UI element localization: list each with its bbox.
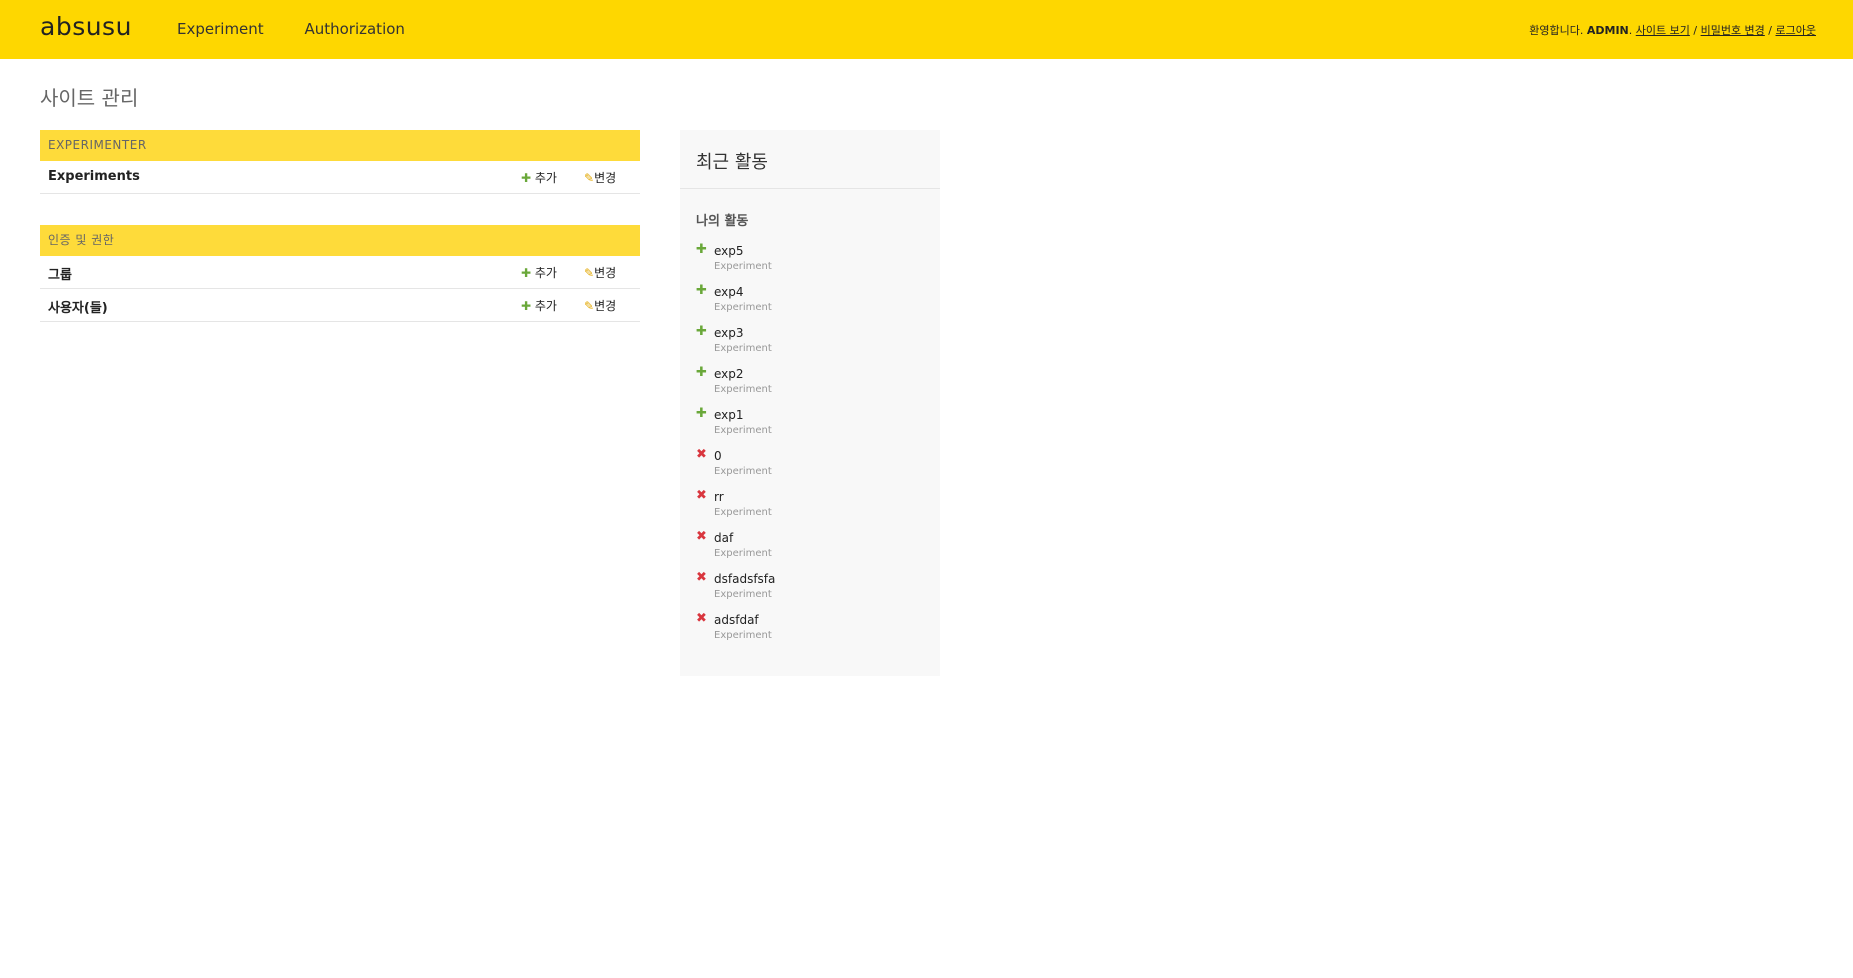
pencil-icon: ✎ [584,171,595,185]
pencil-icon: ✎ [584,299,595,313]
module-caption[interactable]: EXPERIMENTER [40,130,640,161]
delete-icon: ✖ [696,570,707,585]
change-label: 변경 [594,299,617,313]
my-actions-title: 나의 활동 [696,214,749,229]
change-label: 변경 [594,171,617,185]
logout-link[interactable]: 로그아웃 [1776,24,1816,37]
model-link-groups[interactable]: 그룹 [48,264,72,283]
change-link[interactable]: ✎변경 [584,297,616,314]
action-link[interactable]: rr [714,490,724,504]
change-link[interactable]: ✎변경 [584,264,616,281]
action-type: Experiment [714,589,772,600]
list-item: ✖ adsfdaf Experiment [696,611,936,652]
action-type: Experiment [714,630,772,641]
view-site-link[interactable]: 사이트 보기 [1636,24,1690,37]
plus-icon: ✚ [521,171,532,185]
welcome-text: 환영합니다. [1529,24,1584,37]
module-experimenter: EXPERIMENTER Experiments ✚ 추가 ✎변경 [40,130,640,194]
action-link[interactable]: dsfadsfsfa [714,572,775,586]
list-item: ✖ 0 Experiment [696,447,936,488]
delete-icon: ✖ [696,447,707,462]
action-link[interactable]: exp3 [714,326,744,340]
action-type: Experiment [714,507,772,518]
action-link[interactable]: exp4 [714,285,744,299]
page-title: 사이트 관리 [40,86,139,110]
actions-list: ✚ exp5 Experiment ✚ exp4 Experiment ✚ ex… [696,242,936,652]
action-link[interactable]: 0 [714,449,722,463]
plus-icon: ✚ [696,242,707,257]
nav-authorization[interactable]: Authorization [304,20,404,38]
recent-actions-title: 최근 활동 [696,152,768,173]
plus-icon: ✚ [521,299,532,313]
delete-icon: ✖ [696,529,707,544]
module-row: 사용자(들) ✚ 추가 ✎변경 [40,289,640,322]
module-auth: 인증 및 권한 그룹 ✚ 추가 ✎변경 사용자(들) ✚ 추가 ✎변경 [40,225,640,322]
action-type: Experiment [714,302,772,313]
main-nav: Experiment Authorization [177,20,441,38]
action-link[interactable]: exp2 [714,367,744,381]
change-label: 변경 [594,266,617,280]
module-row: Experiments ✚ 추가 ✎변경 [40,161,640,194]
action-link[interactable]: exp5 [714,244,744,258]
divider [680,188,940,189]
plus-icon: ✚ [696,406,707,421]
action-link[interactable]: daf [714,531,733,545]
list-item: ✚ exp5 Experiment [696,242,936,283]
plus-icon: ✚ [696,283,707,298]
change-link[interactable]: ✎변경 [584,169,616,186]
list-item: ✖ daf Experiment [696,529,936,570]
change-password-link[interactable]: 비밀번호 변경 [1701,24,1765,37]
add-link[interactable]: ✚ 추가 [521,297,557,314]
list-item: ✚ exp2 Experiment [696,365,936,406]
model-link-experiments[interactable]: Experiments [48,169,140,184]
plus-icon: ✚ [696,365,707,380]
list-item: ✖ dsfadsfsfa Experiment [696,570,936,611]
action-link[interactable]: exp1 [714,408,744,422]
nav-experiment[interactable]: Experiment [177,20,264,38]
add-label: 추가 [534,266,557,280]
list-item: ✚ exp1 Experiment [696,406,936,447]
list-item: ✚ exp4 Experiment [696,283,936,324]
separator: / [1768,24,1773,37]
list-item: ✖ rr Experiment [696,488,936,529]
module-row: 그룹 ✚ 추가 ✎변경 [40,256,640,289]
pencil-icon: ✎ [584,266,595,280]
username: ADMIN [1586,24,1629,37]
add-label: 추가 [534,299,557,313]
action-link[interactable]: adsfdaf [714,613,759,627]
site-header: absusu Experiment Authorization 환영합니다. A… [0,0,1853,59]
action-type: Experiment [714,466,772,477]
action-type: Experiment [714,425,772,436]
model-link-users[interactable]: 사용자(들) [48,297,108,316]
delete-icon: ✖ [696,611,707,626]
separator: / [1693,24,1698,37]
action-type: Experiment [714,343,772,354]
delete-icon: ✖ [696,488,707,503]
action-type: Experiment [714,548,772,559]
plus-icon: ✚ [521,266,532,280]
list-item: ✚ exp3 Experiment [696,324,936,365]
action-type: Experiment [714,384,772,395]
module-caption[interactable]: 인증 및 권한 [40,225,640,256]
add-label: 추가 [534,171,557,185]
plus-icon: ✚ [696,324,707,339]
add-link[interactable]: ✚ 추가 [521,264,557,281]
brand-logo[interactable]: absusu [40,12,132,41]
user-tools: 환영합니다. ADMIN. 사이트 보기 / 비밀번호 변경 / 로그아웃 [1529,24,1816,37]
recent-actions-panel: 최근 활동 나의 활동 ✚ exp5 Experiment ✚ exp4 Exp… [680,130,940,676]
add-link[interactable]: ✚ 추가 [521,169,557,186]
action-type: Experiment [714,261,772,272]
